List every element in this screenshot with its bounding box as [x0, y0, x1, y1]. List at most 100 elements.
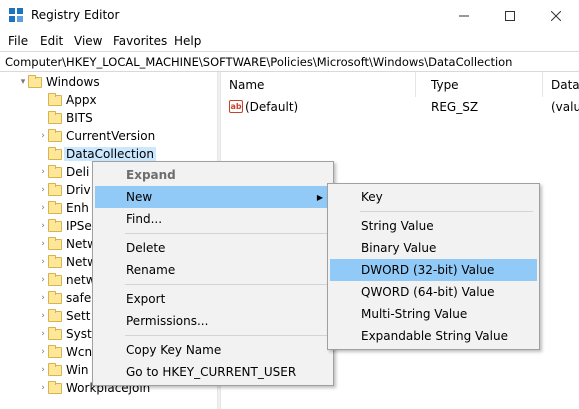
tree-item-delivery[interactable]: › Deli	[38, 163, 89, 181]
tree-item-netw-1[interactable]: › Netw	[38, 235, 97, 253]
folder-icon	[48, 182, 62, 196]
tree-item-label: Sett	[66, 309, 91, 323]
registry-editor-app-icon	[9, 8, 23, 22]
address-path[interactable]: Computer\HKEY_LOCAL_MACHINE\SOFTWARE\Pol…	[5, 55, 512, 69]
menu-item-copy-key-name[interactable]: Copy Key Name	[95, 339, 331, 361]
folder-icon	[48, 200, 62, 214]
maximize-button[interactable]	[487, 0, 533, 31]
tree-item-syst[interactable]: › Syst	[38, 325, 92, 343]
chevron-right-icon[interactable]: ›	[38, 217, 48, 235]
chevron-right-icon[interactable]: ›	[38, 325, 48, 343]
submenu-item-binary-value[interactable]: Binary Value	[330, 237, 537, 259]
folder-icon	[48, 380, 62, 394]
menu-item-goto-hkcu[interactable]: Go to HKEY_CURRENT_USER	[95, 361, 331, 383]
title-bar: Registry Editor	[0, 0, 579, 31]
chevron-right-icon[interactable]: ›	[38, 307, 48, 325]
chevron-right-icon[interactable]: ›	[38, 127, 48, 145]
chevron-right-icon[interactable]: ›	[38, 253, 48, 271]
menu-item-export[interactable]: Export	[95, 288, 331, 310]
ab-icon: ab	[229, 100, 243, 113]
menu-item-delete[interactable]: Delete	[95, 237, 331, 259]
menu-separator	[125, 233, 327, 234]
menu-item-label: Find...	[126, 212, 163, 226]
tree-item-label: CurrentVersion	[66, 129, 156, 143]
tree-item-label: IPSe	[66, 219, 92, 233]
menu-item-label: Delete	[126, 241, 166, 255]
tree-item-netw-3[interactable]: › netw	[38, 271, 96, 289]
close-icon	[551, 10, 561, 21]
menu-item-label: Binary Value	[361, 241, 437, 255]
submenu-item-multi-string-value[interactable]: Multi-String Value	[330, 303, 537, 325]
tree-item-wcn[interactable]: › Wcn	[38, 343, 92, 361]
menu-item-label: Key	[361, 190, 383, 204]
menu-view[interactable]: View	[74, 34, 102, 48]
folder-icon	[48, 146, 62, 160]
menu-file[interactable]: File	[8, 34, 28, 48]
tree-item-appx[interactable]: Appx	[38, 91, 97, 109]
menu-item-find[interactable]: Find...	[95, 208, 331, 230]
folder-icon	[48, 110, 62, 124]
menu-separator	[125, 284, 327, 285]
chevron-down-icon[interactable]: ▾	[18, 73, 28, 91]
chevron-right-icon[interactable]: ›	[38, 271, 48, 289]
menu-item-label: Permissions...	[126, 314, 209, 328]
menu-favorites[interactable]: Favorites	[113, 34, 167, 48]
menu-help[interactable]: Help	[174, 34, 201, 48]
tree-item-netw-2[interactable]: › Netw	[38, 253, 97, 271]
menu-item-rename[interactable]: Rename	[95, 259, 331, 281]
tree-item-currentversion[interactable]: › CurrentVersion	[38, 127, 155, 145]
menu-item-label: Multi-String Value	[361, 307, 468, 321]
menu-item-label: Copy Key Name	[126, 343, 222, 357]
chevron-right-icon[interactable]: ›	[38, 361, 48, 379]
value-name: (Default)	[245, 100, 299, 114]
column-header-type[interactable]: Type	[423, 72, 543, 97]
close-button[interactable]	[533, 0, 579, 31]
submenu-item-key[interactable]: Key	[330, 186, 537, 208]
menu-edit[interactable]: Edit	[40, 34, 63, 48]
folder-icon	[48, 218, 62, 232]
tree-item-bits[interactable]: BITS	[38, 109, 93, 127]
chevron-right-icon[interactable]: ›	[38, 379, 48, 397]
chevron-right-icon[interactable]: ›	[38, 199, 48, 217]
menu-item-label: Go to HKEY_CURRENT_USER	[126, 365, 297, 379]
column-header-name[interactable]: Name	[221, 72, 416, 97]
tree-item-enh[interactable]: › Enh	[38, 199, 89, 217]
tree-item-label: Appx	[66, 93, 97, 107]
tree-item-label: DataCollection	[64, 147, 157, 161]
chevron-right-icon[interactable]: ›	[38, 181, 48, 199]
menu-item-new[interactable]: New ▶	[95, 186, 331, 208]
submenu-item-string-value[interactable]: String Value	[330, 215, 537, 237]
menu-item-expand[interactable]: Expand	[95, 164, 331, 186]
tree-item-label: Win	[66, 363, 89, 377]
tree-item-sett[interactable]: › Sett	[38, 307, 90, 325]
window-title: Registry Editor	[31, 8, 120, 22]
folder-icon	[48, 326, 62, 340]
tree-item-win[interactable]: › Win	[38, 361, 89, 379]
folder-open-icon	[28, 74, 42, 88]
tree-item-safe[interactable]: › safe	[38, 289, 91, 307]
chevron-right-icon[interactable]: ›	[38, 343, 48, 361]
menu-bar: File Edit View Favorites Help	[0, 31, 579, 51]
tree-item-windows[interactable]: ▾ Windows	[18, 73, 100, 91]
folder-icon	[48, 344, 62, 358]
table-row[interactable]: ab (Default) REG_SZ (valu	[221, 97, 579, 117]
submenu-item-qword-value[interactable]: QWORD (64-bit) Value	[330, 281, 537, 303]
address-bar[interactable]: Computer\HKEY_LOCAL_MACHINE\SOFTWARE\Pol…	[0, 51, 579, 72]
menu-item-label: Expandable String Value	[361, 329, 508, 343]
chevron-right-icon[interactable]: ›	[38, 235, 48, 253]
chevron-right-icon[interactable]: ›	[38, 289, 48, 307]
tree-item-label: safe	[66, 291, 92, 305]
tree-item-driver[interactable]: › Driv	[38, 181, 91, 199]
menu-item-permissions[interactable]: Permissions...	[95, 310, 331, 332]
chevron-right-icon[interactable]: ›	[38, 163, 48, 181]
submenu-item-expandable-string-value[interactable]: Expandable String Value	[330, 325, 537, 347]
tree-item-ipsec[interactable]: › IPSe	[38, 217, 92, 235]
tree-item-label: BITS	[66, 111, 93, 125]
tree-item-label: Deli	[66, 165, 90, 179]
column-header-data[interactable]: Data	[543, 72, 579, 97]
submenu-item-dword-value[interactable]: DWORD (32-bit) Value	[330, 259, 537, 281]
menu-item-label: String Value	[361, 219, 434, 233]
minimize-button[interactable]	[441, 0, 487, 31]
menu-item-label: DWORD (32-bit) Value	[361, 263, 495, 277]
maximize-icon	[505, 10, 515, 21]
